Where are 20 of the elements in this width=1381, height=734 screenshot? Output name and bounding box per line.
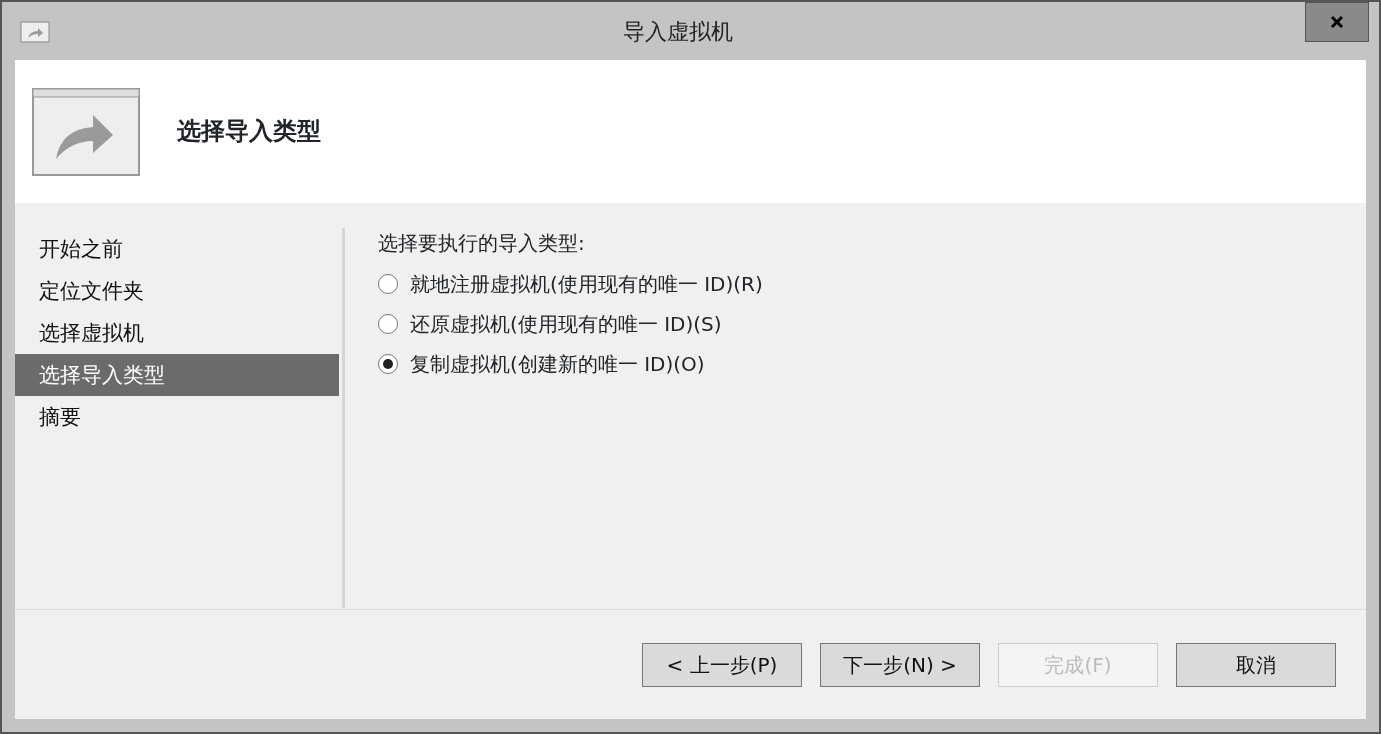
wizard-button[interactable]: 下一步(N) > <box>820 642 980 687</box>
close-button[interactable] <box>1305 2 1369 42</box>
window-icon <box>20 20 50 43</box>
radio-button[interactable] <box>378 274 398 294</box>
window-title: 导入虚拟机 <box>621 17 734 46</box>
option-label[interactable]: 还原虚拟机(使用现有的唯一 ID)(S) <box>410 309 722 339</box>
wizard-button[interactable]: 取消 <box>1176 642 1336 687</box>
radio-button[interactable] <box>378 354 398 374</box>
wizard-step[interactable]: 开始之前 <box>15 228 339 270</box>
page-heading: 选择导入类型 <box>177 117 321 146</box>
wizard-step[interactable]: 定位文件夹 <box>15 270 339 312</box>
wizard-step[interactable]: 摘要 <box>15 396 339 438</box>
wizard-step[interactable]: 选择导入类型 <box>15 354 339 396</box>
option-label[interactable]: 就地注册虚拟机(使用现有的唯一 ID)(R) <box>410 269 763 299</box>
prompt-label: 选择要执行的导入类型: <box>378 230 586 257</box>
wizard-button[interactable]: < 上一步(P) <box>642 642 802 687</box>
close-icon <box>1330 15 1344 29</box>
radio-button[interactable] <box>378 314 398 334</box>
wizard-step[interactable]: 选择虚拟机 <box>15 312 339 354</box>
option-label[interactable]: 复制虚拟机(创建新的唯一 ID)(O) <box>410 349 705 379</box>
